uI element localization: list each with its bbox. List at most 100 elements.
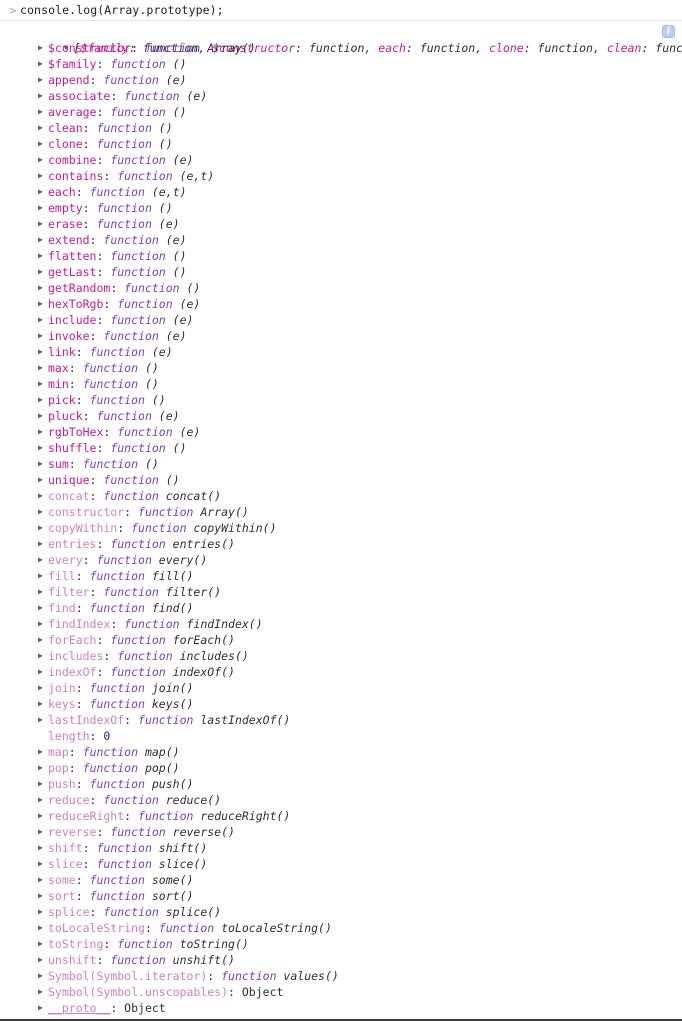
property-row[interactable]: Symbol(Symbol.unscopables): Object — [0, 984, 682, 1000]
disclosure-triangle-closed-icon[interactable] — [38, 344, 48, 360]
disclosure-triangle-closed-icon[interactable] — [38, 888, 48, 904]
property-row[interactable]: indexOf: function indexOf() — [0, 664, 682, 680]
disclosure-triangle-closed-icon[interactable] — [38, 536, 48, 552]
property-row[interactable]: invoke: function (e) — [0, 328, 682, 344]
info-badge-icon[interactable]: i — [662, 25, 675, 38]
disclosure-triangle-closed-icon[interactable] — [38, 280, 48, 296]
disclosure-triangle-closed-icon[interactable] — [38, 88, 48, 104]
property-row[interactable]: fill: function fill() — [0, 568, 682, 584]
disclosure-triangle-closed-icon[interactable] — [38, 360, 48, 376]
property-row[interactable]: rgbToHex: function (e) — [0, 424, 682, 440]
property-row[interactable]: findIndex: function findIndex() — [0, 616, 682, 632]
property-row[interactable]: combine: function (e) — [0, 152, 682, 168]
disclosure-triangle-closed-icon[interactable] — [38, 520, 48, 536]
disclosure-triangle-closed-icon[interactable] — [38, 136, 48, 152]
disclosure-triangle-closed-icon[interactable] — [38, 744, 48, 760]
disclosure-triangle-closed-icon[interactable] — [38, 408, 48, 424]
disclosure-triangle-closed-icon[interactable] — [38, 648, 48, 664]
disclosure-triangle-closed-icon[interactable] — [38, 872, 48, 888]
property-row[interactable]: __proto__: Object — [0, 1000, 682, 1016]
disclosure-triangle-closed-icon[interactable] — [38, 424, 48, 440]
property-value-object[interactable]: Object — [124, 1001, 166, 1015]
disclosure-triangle-closed-icon[interactable] — [38, 680, 48, 696]
disclosure-triangle-closed-icon[interactable] — [38, 200, 48, 216]
property-row[interactable]: $family: function () — [0, 56, 682, 72]
disclosure-triangle-closed-icon[interactable] — [38, 504, 48, 520]
disclosure-triangle-closed-icon[interactable] — [38, 632, 48, 648]
disclosure-triangle-closed-icon[interactable] — [38, 616, 48, 632]
property-row[interactable]: constructor: function Array() — [0, 504, 682, 520]
property-row[interactable]: reverse: function reverse() — [0, 824, 682, 840]
disclosure-triangle-closed-icon[interactable] — [38, 312, 48, 328]
disclosure-triangle-closed-icon[interactable] — [38, 552, 48, 568]
property-row[interactable]: hexToRgb: function (e) — [0, 296, 682, 312]
disclosure-triangle-closed-icon[interactable] — [38, 328, 48, 344]
property-row[interactable]: unshift: function unshift() — [0, 952, 682, 968]
disclosure-triangle-closed-icon[interactable] — [38, 120, 48, 136]
property-row[interactable]: copyWithin: function copyWithin() — [0, 520, 682, 536]
disclosure-triangle-closed-icon[interactable] — [38, 56, 48, 72]
disclosure-triangle-closed-icon[interactable] — [38, 600, 48, 616]
disclosure-triangle-closed-icon[interactable] — [38, 216, 48, 232]
disclosure-triangle-closed-icon[interactable] — [38, 952, 48, 968]
property-row[interactable]: associate: function (e) — [0, 88, 682, 104]
property-row[interactable]: push: function push() — [0, 776, 682, 792]
property-row[interactable]: unique: function () — [0, 472, 682, 488]
disclosure-triangle-closed-icon[interactable] — [38, 488, 48, 504]
property-row[interactable]: clean: function () — [0, 120, 682, 136]
disclosure-triangle-closed-icon[interactable] — [38, 904, 48, 920]
property-row[interactable]: entries: function entries() — [0, 536, 682, 552]
property-row[interactable]: link: function (e) — [0, 344, 682, 360]
property-row[interactable]: empty: function () — [0, 200, 682, 216]
property-row[interactable]: some: function some() — [0, 872, 682, 888]
disclosure-triangle-closed-icon[interactable] — [38, 168, 48, 184]
property-value-object[interactable]: Object — [242, 985, 284, 999]
console-input-row[interactable]: > console.log(Array.prototype); — [0, 0, 682, 21]
disclosure-triangle-closed-icon[interactable] — [38, 376, 48, 392]
disclosure-triangle-closed-icon[interactable] — [38, 696, 48, 712]
disclosure-triangle-closed-icon[interactable] — [38, 568, 48, 584]
property-row[interactable]: Symbol(Symbol.iterator): function values… — [0, 968, 682, 984]
property-row[interactable]: find: function find() — [0, 600, 682, 616]
property-row[interactable]: append: function (e) — [0, 72, 682, 88]
property-row[interactable]: slice: function slice() — [0, 856, 682, 872]
disclosure-triangle-closed-icon[interactable] — [38, 264, 48, 280]
property-row[interactable]: flatten: function () — [0, 248, 682, 264]
console-input-text[interactable]: console.log(Array.prototype); — [20, 3, 224, 17]
disclosure-triangle-closed-icon[interactable] — [38, 824, 48, 840]
property-row[interactable]: join: function join() — [0, 680, 682, 696]
disclosure-triangle-closed-icon[interactable] — [38, 792, 48, 808]
property-row[interactable]: $constructor: function Array() — [0, 40, 682, 56]
disclosure-triangle-closed-icon[interactable] — [38, 40, 48, 56]
property-row[interactable]: getRandom: function () — [0, 280, 682, 296]
disclosure-triangle-closed-icon[interactable] — [38, 584, 48, 600]
disclosure-triangle-closed-icon[interactable] — [38, 184, 48, 200]
property-row[interactable]: include: function (e) — [0, 312, 682, 328]
disclosure-triangle-closed-icon[interactable] — [38, 664, 48, 680]
disclosure-triangle-closed-icon[interactable] — [38, 248, 48, 264]
property-row[interactable]: filter: function filter() — [0, 584, 682, 600]
property-row[interactable]: average: function () — [0, 104, 682, 120]
property-row[interactable]: sort: function sort() — [0, 888, 682, 904]
disclosure-triangle-closed-icon[interactable] — [38, 920, 48, 936]
property-row[interactable]: clone: function () — [0, 136, 682, 152]
property-row[interactable]: toString: function toString() — [0, 936, 682, 952]
property-row[interactable]: erase: function (e) — [0, 216, 682, 232]
disclosure-triangle-closed-icon[interactable] — [38, 456, 48, 472]
disclosure-triangle-closed-icon[interactable] — [38, 840, 48, 856]
disclosure-triangle-closed-icon[interactable] — [38, 984, 48, 1000]
disclosure-triangle-closed-icon[interactable] — [38, 104, 48, 120]
property-row[interactable]: shuffle: function () — [0, 440, 682, 456]
disclosure-triangle-closed-icon[interactable] — [38, 856, 48, 872]
disclosure-triangle-closed-icon[interactable] — [38, 968, 48, 984]
property-row[interactable]: pluck: function (e) — [0, 408, 682, 424]
property-row[interactable]: sum: function () — [0, 456, 682, 472]
property-row[interactable]: reduceRight: function reduceRight() — [0, 808, 682, 824]
property-row[interactable]: max: function () — [0, 360, 682, 376]
property-row[interactable]: splice: function splice() — [0, 904, 682, 920]
disclosure-triangle-closed-icon[interactable] — [38, 808, 48, 824]
disclosure-triangle-closed-icon[interactable] — [38, 1000, 48, 1016]
property-row[interactable]: lastIndexOf: function lastIndexOf() — [0, 712, 682, 728]
disclosure-triangle-closed-icon[interactable] — [38, 152, 48, 168]
property-row[interactable]: forEach: function forEach() — [0, 632, 682, 648]
